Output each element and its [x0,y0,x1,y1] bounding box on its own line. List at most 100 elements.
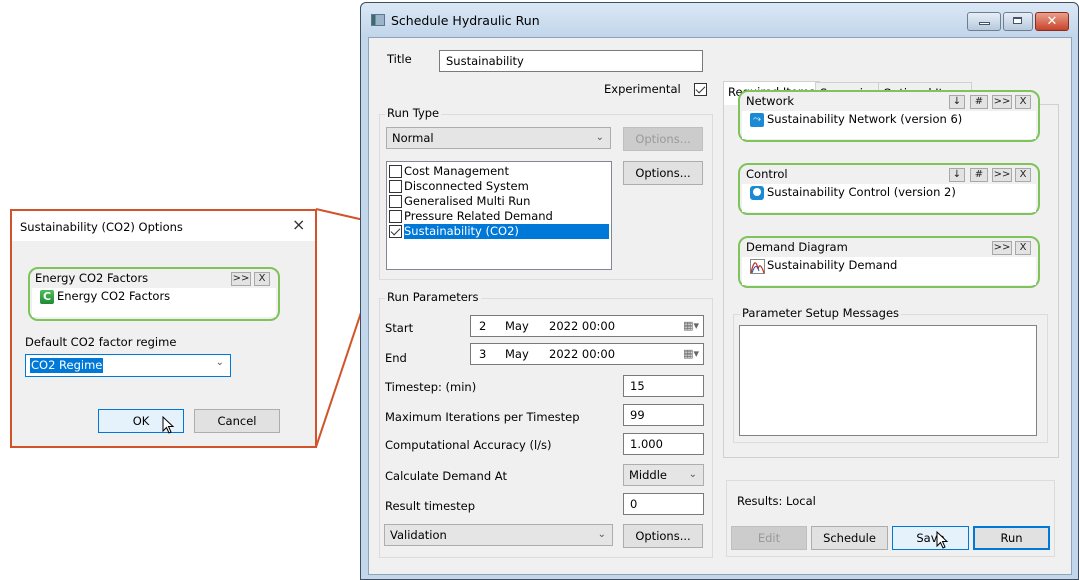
energy-expand-button[interactable]: >> [231,272,251,286]
close-icon: ✕ [1046,14,1058,29]
run-parameters-group-label: Run Parameters [385,290,481,304]
validation-select[interactable]: Validation ⌄ [384,524,613,546]
run-type-select[interactable]: Normal ⌄ [386,127,611,149]
end-day: 3 [479,347,487,361]
run-type-list-options-button[interactable]: Options... [623,161,703,185]
co2-options-title-bar[interactable]: Sustainability (CO2) Options × [12,211,315,241]
run-type-checkbox[interactable] [389,210,402,223]
accuracy-input[interactable]: 1.000 [623,433,704,455]
control-icon [750,186,764,200]
run-type-list-item[interactable]: Disconnected System [387,179,611,194]
chevron-down-icon: ⌄ [597,529,606,540]
run-type-item-label: Generalised Multi Run [404,194,531,208]
max-iterations-label: Maximum Iterations per Timestep [385,410,580,424]
accuracy-label: Computational Accuracy (l/s) [385,438,552,452]
demand-diagram-item-label: Sustainability Demand [767,258,898,272]
network-expand-button[interactable]: >> [992,95,1012,109]
run-type-list-item[interactable]: Pressure Related Demand [387,209,611,224]
minimize-icon [979,22,990,25]
validation-value: Validation [390,528,447,542]
result-timestep-input[interactable]: 0 [623,493,704,515]
start-year-time: 2022 00:00 [549,319,616,333]
run-type-checkbox[interactable] [389,195,402,208]
demand-remove-button[interactable]: X [1015,241,1031,255]
run-type-item-label: Pressure Related Demand [404,209,553,223]
control-item[interactable]: Sustainability Control (version 2) [742,184,1036,212]
network-icon: ⤳ [750,113,764,127]
run-parameters-group [379,298,713,558]
window-client-area: Title Sustainability Experimental Run Ty… [368,37,1072,575]
timestep-input[interactable]: 15 [623,375,704,397]
maximize-icon [1013,17,1022,24]
calendar-icon[interactable]: ▦▾ [683,316,699,336]
demand-expand-button[interactable]: >> [992,241,1012,255]
network-item[interactable]: ⤳ Sustainability Network (version 6) [742,111,1036,139]
energy-co2-factors-slot: Energy CO2 Factors >> X C Energy CO2 Fac… [28,267,280,321]
experimental-label: Experimental [604,82,681,96]
co2-options-close-icon[interactable]: × [292,215,305,234]
messages-label: Parameter Setup Messages [740,306,902,320]
experimental-checkbox[interactable] [694,83,707,96]
run-type-item-label: Sustainability (CO2) [404,224,609,239]
control-down-button[interactable]: ↓ [949,168,965,182]
save-button[interactable]: Save [892,526,969,550]
regime-label: Default CO2 factor regime [25,335,177,349]
minimize-button[interactable] [967,12,1001,31]
control-expand-button[interactable]: >> [992,168,1012,182]
run-type-item-label: Cost Management [404,164,509,178]
run-type-list-item[interactable]: Sustainability (CO2) [387,224,611,239]
validation-options-button[interactable]: Options... [623,524,703,548]
run-type-checkbox[interactable] [389,180,402,193]
result-timestep-label: Result timestep [385,499,476,513]
start-date-picker[interactable]: 2 May 2022 00:00 ▦▾ [470,315,704,337]
demand-at-label: Calculate Demand At [385,469,507,483]
control-slot: Control ↓ # >> X Sustainability Control … [738,163,1040,215]
network-down-button[interactable]: ↓ [949,95,965,109]
close-button[interactable]: ✕ [1035,12,1069,31]
schedule-button[interactable]: Schedule [811,526,888,550]
run-type-list-item[interactable]: Cost Management [387,164,611,179]
demand-at-select[interactable]: Middle ⌄ [623,464,704,486]
run-type-checkbox[interactable] [389,165,402,178]
chevron-down-icon: ⌄ [215,357,224,368]
run-type-list-item[interactable]: Generalised Multi Run [387,194,611,209]
timestep-label: Timestep: (min) [385,380,477,394]
chevron-down-icon: ⌄ [595,132,604,143]
network-remove-button[interactable]: X [1015,95,1031,109]
run-type-value: Normal [392,131,434,145]
messages-textbox[interactable] [739,325,1037,436]
run-type-checkbox[interactable] [389,225,402,238]
regime-select[interactable]: CO2 Regime ⌄ [25,354,231,377]
demand-diagram-slot: Demand Diagram >> X Sustainability Deman… [738,236,1040,288]
network-item-label: Sustainability Network (version 6) [767,112,963,126]
calendar-icon[interactable]: ▦▾ [683,344,699,364]
run-type-list[interactable]: Cost Management Disconnected System Genera… [386,161,612,270]
title-bar[interactable]: Schedule Hydraulic Run ✕ [361,3,1078,37]
run-type-options-button[interactable]: Options... [623,127,703,151]
end-month: May [505,347,529,361]
demand-at-value: Middle [629,468,667,482]
energy-co2-factors-item-label: Energy CO2 Factors [57,289,171,303]
network-slot: Network ↓ # >> X ⤳ Sustainability Networ… [738,90,1040,142]
demand-diagram-item[interactable]: Sustainability Demand [742,257,1036,285]
co2-options-dialog: Sustainability (CO2) Options × Energy CO… [10,209,317,448]
control-remove-button[interactable]: X [1015,168,1031,182]
run-button[interactable]: Run [973,526,1050,550]
energy-co2-factors-item[interactable]: C Energy CO2 Factors [32,288,276,317]
maximize-button[interactable] [1003,12,1033,31]
control-label: Control [746,167,788,181]
title-input[interactable]: Sustainability [439,50,703,72]
max-iterations-input[interactable]: 99 [623,404,704,426]
edit-button[interactable]: Edit [731,526,807,550]
regime-value: CO2 Regime [30,358,104,373]
cancel-button[interactable]: Cancel [194,409,280,433]
start-day: 2 [479,319,487,333]
chevron-down-icon: ⌄ [688,469,697,480]
network-hash-button[interactable]: # [970,95,988,109]
results-label: Results: Local [737,494,816,508]
end-date-picker[interactable]: 3 May 2022 00:00 ▦▾ [470,343,704,365]
energy-remove-button[interactable]: X [254,272,270,286]
start-label: Start [385,321,414,335]
app-icon [371,14,385,26]
control-hash-button[interactable]: # [970,168,988,182]
